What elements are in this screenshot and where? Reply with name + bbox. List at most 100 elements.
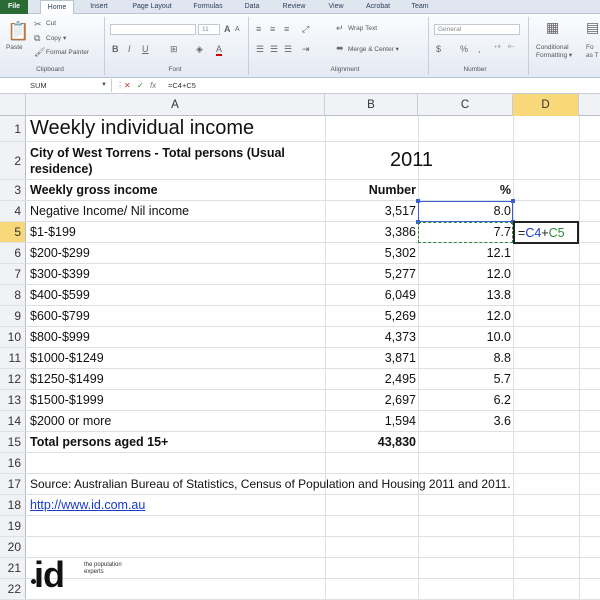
font-size-select[interactable]: 11 [198, 24, 220, 35]
tab-view[interactable]: View [320, 0, 352, 14]
income-label-cell[interactable]: $2000 or more [30, 411, 111, 431]
row-header[interactable]: 1 [0, 116, 26, 141]
income-label-cell[interactable]: $800-$999 [30, 327, 90, 347]
percent-cell[interactable]: 8.8 [418, 348, 511, 368]
row-header[interactable]: 3 [0, 180, 26, 200]
underline-icon[interactable]: U [142, 44, 149, 54]
align-left-icon[interactable]: ☰ [256, 44, 264, 54]
row-header[interactable]: 22 [0, 579, 26, 599]
row-header[interactable]: 7 [0, 264, 26, 284]
cut-button[interactable]: Cut [46, 20, 56, 27]
copy-button[interactable]: Copy ▾ [46, 34, 66, 42]
shrink-font-icon[interactable]: A [235, 25, 240, 35]
row-header[interactable]: 10 [0, 327, 26, 347]
bold-icon[interactable]: B [112, 44, 119, 54]
number-cell[interactable]: 4,373 [326, 327, 416, 347]
enter-icon[interactable]: ✓ [137, 79, 144, 92]
row-header[interactable]: 4 [0, 201, 26, 221]
row-header[interactable]: 18 [0, 495, 26, 515]
paste-icon[interactable]: 📋 [7, 22, 29, 40]
tab-review[interactable]: Review [274, 0, 314, 14]
income-label-cell[interactable]: $1000-$1249 [30, 348, 104, 368]
paste-button[interactable]: Paste [6, 44, 23, 51]
number-format-select[interactable]: General [434, 24, 520, 35]
decrease-decimal-icon[interactable]: ⁰⁻ [508, 44, 515, 54]
income-label-cell[interactable]: $400-$599 [30, 285, 90, 305]
tab-data[interactable]: Data [236, 0, 268, 14]
row-header[interactable]: 14 [0, 411, 26, 431]
tab-formulas[interactable]: Formulas [186, 0, 230, 14]
format-as-table-button[interactable]: Fo as T [586, 44, 600, 60]
align-right-icon[interactable]: ☰ [284, 44, 292, 54]
area-subtitle[interactable]: City of West Torrens - Total persons (Us… [30, 142, 322, 179]
row-header[interactable]: 13 [0, 390, 26, 410]
name-box[interactable]: SUM ▼ [0, 79, 112, 92]
percent-cell[interactable]: 5.7 [418, 369, 511, 389]
row-header[interactable]: 21 [0, 558, 26, 578]
number-cell[interactable]: 3,386 [326, 222, 416, 242]
number-cell[interactable]: 5,302 [326, 243, 416, 263]
orientation-icon[interactable]: ⤢ [302, 24, 309, 34]
comma-icon[interactable]: , [478, 44, 481, 54]
tab-team[interactable]: Team [404, 0, 436, 14]
font-name-select[interactable] [110, 24, 196, 35]
select-all-button[interactable] [0, 94, 26, 116]
italic-icon[interactable]: I [128, 44, 131, 54]
row-header[interactable]: 8 [0, 285, 26, 305]
column-header-a[interactable]: A [26, 94, 325, 116]
active-cell-editor[interactable]: = C4 + C5 [513, 221, 579, 244]
tab-file[interactable]: File [0, 0, 28, 14]
cut-icon[interactable]: ✂ [34, 19, 42, 29]
borders-icon[interactable]: ⊞ [170, 44, 178, 54]
percent-cell[interactable]: 13.8 [418, 285, 511, 305]
header-income[interactable]: Weekly gross income [30, 180, 158, 200]
copy-icon[interactable]: ⧉ [34, 33, 40, 43]
income-label-cell[interactable]: $300-$399 [30, 264, 90, 284]
grow-font-icon[interactable]: A [224, 24, 231, 34]
align-center-icon[interactable]: ☰ [270, 44, 278, 54]
row-header[interactable]: 15 [0, 432, 26, 452]
percent-cell[interactable]: 6.2 [418, 390, 511, 410]
column-header-d[interactable]: D [513, 94, 579, 116]
percent-cell[interactable]: 12.0 [418, 264, 511, 284]
align-middle-icon[interactable]: ≡ [270, 24, 275, 34]
total-label-cell[interactable]: Total persons aged 15+ [30, 432, 168, 452]
percent-cell[interactable]: 12.1 [418, 243, 511, 263]
header-percent[interactable]: % [418, 180, 511, 200]
number-cell[interactable]: 6,049 [326, 285, 416, 305]
income-label-cell[interactable]: $200-$299 [30, 243, 90, 263]
chevron-down-icon[interactable]: ▼ [101, 79, 107, 92]
income-label-cell[interactable]: $600-$799 [30, 306, 90, 326]
insert-function-icon[interactable]: fx [150, 79, 156, 92]
row-header[interactable]: 16 [0, 453, 26, 473]
indent-icon[interactable]: ⇥ [302, 44, 310, 54]
format-painter-icon[interactable]: 🖌 [34, 47, 45, 57]
row-header[interactable]: 6 [0, 243, 26, 263]
income-label-cell[interactable]: $1-$199 [30, 222, 76, 242]
merge-center-button[interactable]: Merge & Center ▾ [348, 45, 399, 53]
percent-cell[interactable]: 12.0 [418, 306, 511, 326]
align-bottom-icon[interactable]: ≡ [284, 24, 289, 34]
number-cell[interactable]: 5,269 [326, 306, 416, 326]
font-color-icon[interactable]: A [216, 44, 223, 56]
income-label-cell[interactable]: Negative Income/ Nil income [30, 201, 189, 221]
year-heading[interactable]: 2011 [390, 142, 433, 179]
tab-page-layout[interactable]: Page Layout [124, 0, 180, 14]
tab-insert[interactable]: Insert [82, 0, 116, 14]
row-header[interactable]: 2 [0, 142, 26, 179]
row-header[interactable]: 9 [0, 306, 26, 326]
row-header[interactable]: 11 [0, 348, 26, 368]
number-cell[interactable]: 5,277 [326, 264, 416, 284]
wrap-text-button[interactable]: Wrap Text [348, 25, 377, 32]
number-cell[interactable]: 3,871 [326, 348, 416, 368]
format-as-table-icon[interactable]: ▤ [586, 20, 599, 34]
income-label-cell[interactable]: $1250-$1499 [30, 369, 104, 389]
merge-center-icon[interactable]: ⬌ [336, 43, 344, 53]
row-header[interactable]: 19 [0, 516, 26, 536]
conditional-formatting-icon[interactable]: ▦ [546, 20, 559, 34]
header-number[interactable]: Number [326, 180, 416, 200]
wrap-text-icon[interactable]: ↵ [336, 23, 344, 33]
row-header[interactable]: 17 [0, 474, 26, 494]
percent-cell[interactable]: 3.6 [418, 411, 511, 431]
row-header[interactable]: 5 [0, 222, 26, 242]
